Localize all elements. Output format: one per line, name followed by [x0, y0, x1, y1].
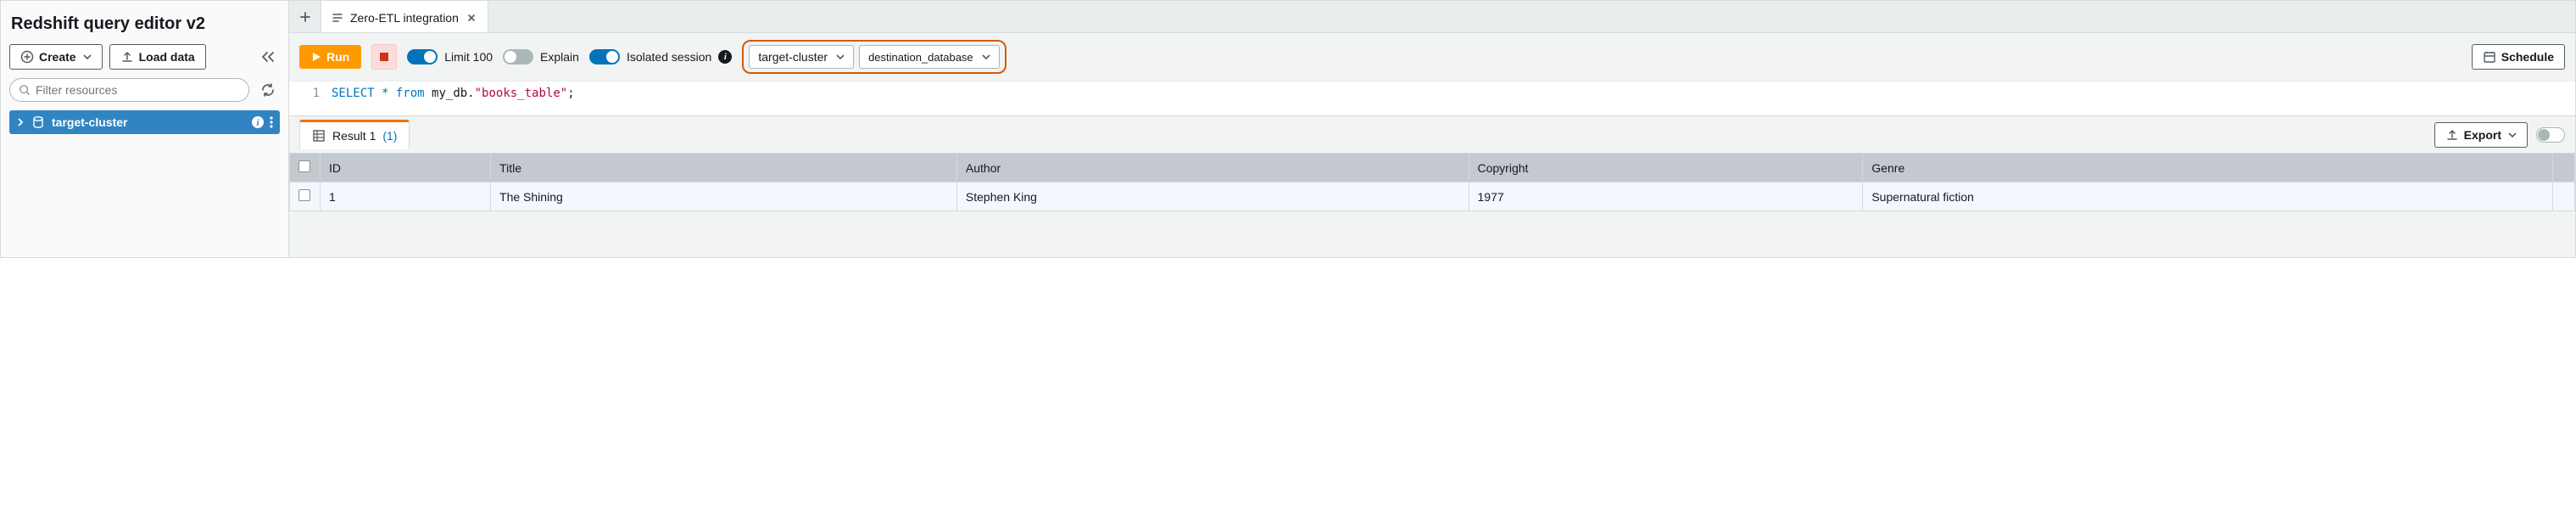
caret-down-icon [836, 53, 845, 61]
results-table: ID Title Author Copyright Genre 1 The Sh… [289, 153, 2575, 211]
app-root: Redshift query editor v2 Create Load dat… [0, 0, 2576, 258]
sql-editor[interactable]: 1 SELECT * from my_db."books_table"; [289, 81, 2575, 115]
col-title[interactable]: Title [491, 154, 957, 182]
editor-tabbar: Zero-ETL integration [289, 1, 2575, 33]
col-copyright[interactable]: Copyright [1469, 154, 1863, 182]
col-genre[interactable]: Genre [1863, 154, 2553, 182]
chart-toggle[interactable] [2536, 127, 2565, 143]
tree-item-label: target-cluster [52, 115, 127, 129]
cell-spacer [2553, 182, 2575, 211]
editor-line: 1 SELECT * from my_db."books_table"; [289, 87, 2575, 100]
explain-toggle[interactable] [503, 49, 533, 64]
explain-label: Explain [540, 50, 579, 64]
col-id[interactable]: ID [321, 154, 491, 182]
upload-icon [120, 50, 134, 64]
table-icon [312, 129, 326, 143]
cluster-select-value: target-cluster [758, 50, 828, 64]
info-icon[interactable]: i [718, 50, 732, 64]
export-button[interactable]: Export [2434, 122, 2528, 148]
play-icon [311, 52, 321, 62]
sidebar-actions: Create Load data [9, 44, 280, 70]
sidebar: Redshift query editor v2 Create Load dat… [1, 1, 289, 257]
export-icon [2445, 128, 2459, 142]
isolated-label: Isolated session [627, 50, 711, 64]
info-icon[interactable]: i [251, 115, 265, 129]
tree-item-actions: i [251, 115, 273, 129]
filter-input-wrapper[interactable] [9, 78, 249, 102]
query-icon [332, 12, 343, 24]
caret-down-icon [2508, 131, 2517, 139]
plus-circle-icon [20, 50, 34, 64]
database-select[interactable]: destination_database [859, 45, 1000, 69]
load-data-label: Load data [139, 50, 195, 64]
caret-down-icon [982, 53, 990, 61]
run-label: Run [326, 50, 349, 64]
editor-toolbar: Run Limit 100 Explain Isolated session i… [289, 33, 2575, 81]
tab-label: Zero-ETL integration [350, 11, 459, 25]
cell-genre: Supernatural fiction [1863, 182, 2553, 211]
line-number: 1 [289, 87, 332, 100]
cluster-icon [31, 115, 45, 129]
caret-down-icon [83, 53, 92, 61]
more-icon[interactable] [270, 115, 273, 129]
checkbox-icon [298, 189, 310, 201]
isolated-toggle[interactable] [589, 49, 620, 64]
close-tab-button[interactable] [466, 14, 477, 22]
run-button[interactable]: Run [299, 45, 361, 69]
checkbox-icon [298, 160, 310, 172]
chevron-right-icon [16, 118, 25, 126]
row-checkbox-cell[interactable] [290, 182, 321, 211]
main: Zero-ETL integration Run Limit 100 Expl [289, 1, 2575, 257]
select-all-header[interactable] [290, 154, 321, 182]
new-tab-button[interactable] [289, 1, 321, 32]
explain-toggle-group: Explain [503, 49, 579, 64]
result-count: (1) [382, 129, 397, 143]
tab-zero-etl[interactable]: Zero-ETL integration [321, 1, 488, 32]
table-row[interactable]: 1 The Shining Stephen King 1977 Supernat… [290, 182, 2575, 211]
limit-toggle[interactable] [407, 49, 438, 64]
schedule-button[interactable]: Schedule [2472, 44, 2565, 70]
filter-row [9, 78, 280, 102]
cell-title: The Shining [491, 182, 957, 211]
app-title: Redshift query editor v2 [9, 9, 280, 44]
calendar-icon [2483, 50, 2496, 64]
cell-author: Stephen King [956, 182, 1469, 211]
database-select-value: destination_database [868, 51, 973, 64]
sql-code: SELECT * from my_db."books_table"; [332, 87, 575, 100]
search-icon [19, 84, 31, 96]
result-tab-label: Result 1 [332, 129, 376, 143]
refresh-button[interactable] [256, 78, 280, 102]
result-tab[interactable]: Result 1 (1) [299, 120, 410, 149]
col-author[interactable]: Author [956, 154, 1469, 182]
stop-button[interactable] [371, 44, 397, 70]
result-tabbar: Result 1 (1) Export [289, 115, 2575, 153]
col-spacer [2553, 154, 2575, 182]
limit-label: Limit 100 [444, 50, 493, 64]
table-header-row: ID Title Author Copyright Genre [290, 154, 2575, 182]
export-label: Export [2464, 128, 2501, 142]
schedule-label: Schedule [2501, 50, 2554, 64]
cell-id: 1 [321, 182, 491, 211]
isolated-toggle-group: Isolated session i [589, 49, 732, 64]
create-button-label: Create [39, 50, 76, 64]
stop-icon [380, 53, 388, 61]
limit-toggle-group: Limit 100 [407, 49, 493, 64]
collapse-sidebar-button[interactable] [256, 45, 280, 69]
cluster-select[interactable]: target-cluster [749, 45, 854, 69]
tree-item-target-cluster[interactable]: target-cluster i [9, 110, 280, 134]
load-data-button[interactable]: Load data [109, 44, 206, 70]
create-button[interactable]: Create [9, 44, 103, 70]
connection-selects-highlight: target-cluster destination_database [742, 40, 1006, 74]
cell-copyright: 1977 [1469, 182, 1863, 211]
filter-input[interactable] [36, 83, 240, 97]
